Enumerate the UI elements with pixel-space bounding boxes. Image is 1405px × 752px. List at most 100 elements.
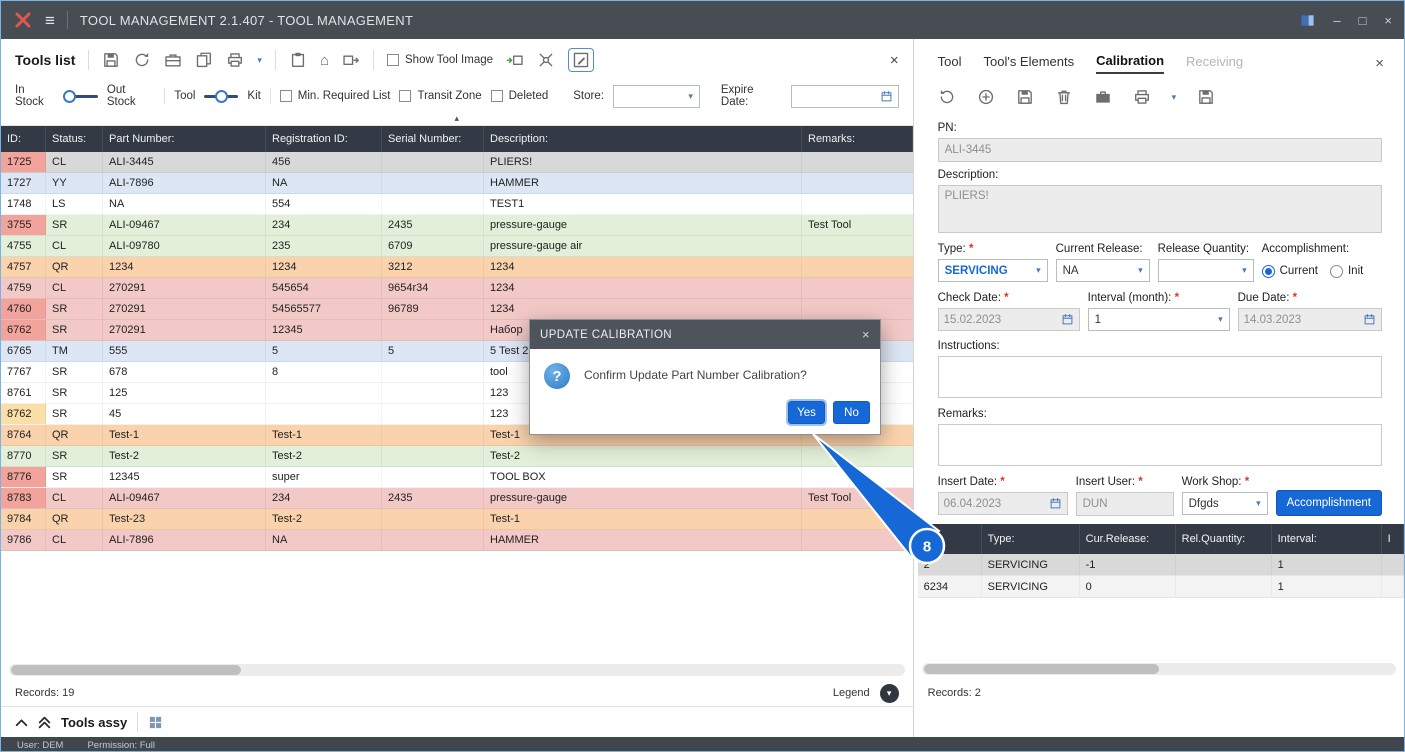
column-header-remarks[interactable]: Remarks: [802, 126, 913, 152]
current-release-select[interactable]: NA ▾ [1055, 259, 1150, 282]
expire-date-input[interactable] [790, 84, 899, 108]
copy-icon[interactable] [195, 51, 213, 69]
table-row[interactable]: 8770 SR Test-2 Test-2 Test-2 [1, 446, 913, 467]
table-row[interactable]: 1748 LS NA 554 TEST1 [1, 194, 913, 215]
close-icon[interactable]: × [1384, 13, 1392, 28]
print-caret-icon[interactable]: ▾ [257, 55, 262, 65]
close-panel-icon[interactable]: × [890, 52, 899, 69]
table-row[interactable]: 8783 CL ALI-09467 234 2435 pressure-gauge Test… [1, 488, 913, 509]
collapse-section-icon[interactable] [15, 716, 28, 729]
type-select[interactable]: SERVICING ▾ [937, 259, 1048, 282]
stock-toggle[interactable] [62, 89, 98, 103]
show-tool-image-checkbox[interactable]: Show Tool Image [387, 54, 493, 66]
column-header-id[interactable]: ID: [1, 126, 46, 152]
close-panel-icon[interactable]: × [1375, 55, 1384, 72]
yes-button[interactable]: Yes [786, 399, 827, 426]
work-shop-select[interactable]: Dfgds ▾ [1181, 492, 1268, 515]
find-tool-icon[interactable] [537, 51, 555, 69]
case-icon[interactable] [1094, 88, 1112, 106]
description-field[interactable]: PLIERS! [937, 185, 1382, 233]
release-quantity-select[interactable]: ▾ [1157, 259, 1254, 282]
side-panel-icon[interactable] [1300, 13, 1315, 28]
table-row[interactable]: 1725 CL ALI-3445 456 PLIERS! [1, 152, 913, 173]
tab-tool[interactable]: Tool [938, 54, 962, 73]
print-icon[interactable] [226, 51, 244, 69]
table-row[interactable]: 4760 SR 270291 54565577 96789 1234 [1, 299, 913, 320]
check-date-input[interactable]: 15.02.2023 [937, 308, 1080, 331]
insert-user-field[interactable] [1075, 492, 1174, 516]
menu-icon[interactable]: ≡ [45, 12, 55, 29]
toolbox-icon[interactable] [164, 51, 182, 69]
horizontal-scrollbar[interactable] [921, 663, 1396, 675]
transit-zone-checkbox[interactable]: Transit Zone [399, 90, 482, 102]
column-header-cur-release[interactable]: Cur.Release: [1080, 524, 1176, 554]
tab-calibration[interactable]: Calibration [1096, 53, 1165, 74]
column-header-id[interactable] [918, 524, 982, 554]
minimize-icon[interactable]: – [1333, 13, 1340, 28]
import-icon[interactable] [506, 51, 524, 69]
table-row[interactable]: 6234 SERVICING 0 1 [917, 576, 1404, 598]
column-header-part-number[interactable]: Part Number: [103, 126, 266, 152]
column-header-status[interactable]: Status: [46, 126, 103, 152]
remarks-field[interactable] [937, 424, 1382, 466]
due-date-input[interactable]: 14.03.2023 [1237, 308, 1382, 331]
collapse-filters-strip[interactable]: ▴ [1, 111, 913, 126]
save-icon[interactable] [1016, 88, 1034, 106]
store-select[interactable]: ▾ [612, 84, 700, 108]
table-row[interactable]: 9786 CL ALI-7896 NA HAMMER [1, 530, 913, 551]
column-header-interval[interactable]: Interval: [1272, 524, 1382, 554]
accomplishment-button[interactable]: Accomplishment [1275, 490, 1382, 516]
column-header-rel-quantity[interactable]: Rel.Quantity: [1176, 524, 1272, 554]
scrollbar-thumb[interactable] [923, 664, 1159, 674]
paste-icon[interactable] [289, 51, 307, 69]
min-required-list-checkbox[interactable]: Min. Required List [279, 90, 390, 102]
table-row[interactable]: 1727 YY ALI-7896 NA HAMMER [1, 173, 913, 194]
maximize-icon[interactable]: □ [1359, 13, 1367, 28]
undo-icon[interactable] [938, 88, 956, 106]
dialog-titlebar[interactable]: UPDATE CALIBRATION × [530, 320, 880, 349]
scrollbar-thumb[interactable] [11, 665, 241, 675]
pn-field[interactable] [937, 138, 1382, 162]
table-row[interactable]: 8776 SR 12345 super TOOL BOX [1, 467, 913, 488]
instructions-field[interactable] [937, 356, 1382, 398]
calendar-icon[interactable] [880, 90, 893, 103]
calendar-icon[interactable] [1061, 313, 1074, 326]
calendar-icon[interactable] [1049, 497, 1062, 510]
column-header-type[interactable]: Type: [982, 524, 1080, 554]
table-row[interactable]: 4757 QR 1234 1234 3212 1234 [1, 257, 913, 278]
horizontal-scrollbar[interactable] [9, 664, 905, 676]
accomplishment-current-radio[interactable]: Current [1261, 264, 1318, 278]
insert-date-input[interactable]: 06.04.2023 [937, 492, 1068, 515]
deleted-checkbox[interactable]: Deleted [490, 90, 548, 102]
dispatch-icon[interactable] [342, 51, 360, 69]
table-row[interactable]: 9784 QR Test-23 Test-2 Test-1 [1, 509, 913, 530]
refresh-icon[interactable] [133, 51, 151, 69]
interval-select[interactable]: 1 ▾ [1087, 308, 1230, 331]
tool-kit-toggle[interactable] [204, 89, 239, 103]
column-header-description[interactable]: Description: [484, 126, 802, 152]
column-header-registration-id[interactable]: Registration ID: [266, 126, 382, 152]
home-icon[interactable]: ⌂ [320, 53, 329, 68]
collapse-all-icon[interactable] [38, 716, 51, 729]
save-icon[interactable] [102, 51, 120, 69]
collapse-up-icon[interactable]: ▴ [455, 113, 460, 123]
column-header-serial-number[interactable]: Serial Number: [382, 126, 484, 152]
accomplishment-init-radio[interactable]: Init [1329, 264, 1363, 278]
column-header-cut[interactable]: I [1382, 524, 1404, 554]
grid-view-icon[interactable] [148, 715, 163, 730]
edit-icon[interactable] [568, 48, 595, 72]
table-row[interactable]: 4759 CL 270291 545654 9654r34 1234 [1, 278, 913, 299]
print-caret-icon[interactable]: ▾ [1172, 92, 1177, 102]
table-row[interactable]: 4755 CL ALI-09780 235 6709 pressure-gauge air [1, 236, 913, 257]
print-icon[interactable] [1133, 88, 1151, 106]
add-icon[interactable] [977, 88, 995, 106]
export-icon[interactable] [1197, 88, 1215, 106]
tab-tools-elements[interactable]: Tool's Elements [983, 54, 1074, 73]
legend-expander-button[interactable]: ▾ [879, 683, 899, 703]
no-button[interactable]: No [833, 401, 870, 424]
table-row[interactable]: 2 SERVICING -1 1 [917, 554, 1404, 576]
table-row[interactable]: 3755 SR ALI-09467 234 2435 pressure-gauge Test… [1, 215, 913, 236]
delete-icon[interactable] [1055, 88, 1073, 106]
close-icon[interactable]: × [862, 327, 870, 342]
calendar-icon[interactable] [1363, 313, 1376, 326]
